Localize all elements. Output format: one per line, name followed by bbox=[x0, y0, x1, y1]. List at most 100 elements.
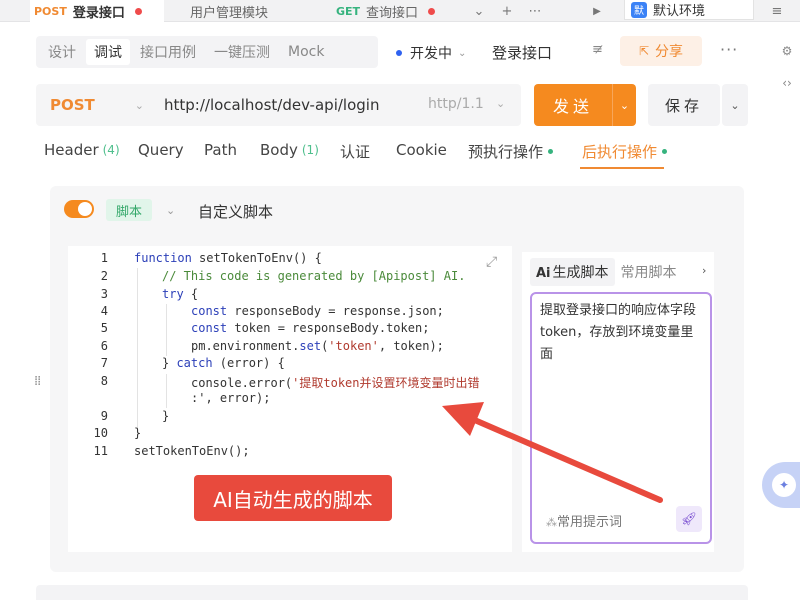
chevron-right-icon[interactable]: ▶ bbox=[586, 0, 608, 22]
tab-label: 查询接口 bbox=[366, 5, 419, 21]
more-icon[interactable]: ··· bbox=[720, 40, 738, 59]
tab-header[interactable]: Header (4) bbox=[44, 141, 120, 159]
save-options-chevron-icon[interactable]: ⌄ bbox=[722, 84, 748, 126]
tab-stress-test[interactable]: 一键压测 bbox=[206, 39, 278, 65]
tab-label: 预执行操作 bbox=[468, 143, 544, 161]
code-text: { bbox=[183, 287, 199, 301]
status-label: 开发中 bbox=[410, 46, 452, 62]
environment-select[interactable]: 默 默认环境 bbox=[624, 0, 754, 20]
line-number: 2 bbox=[100, 269, 108, 283]
ai-icon: Ai bbox=[536, 266, 551, 281]
tab-post-request[interactable]: 后执行操作 bbox=[582, 141, 668, 162]
method-label: POST bbox=[34, 4, 67, 18]
chevron-right-icon[interactable]: › bbox=[702, 264, 706, 277]
url-value: http://localhost/dev-api/login bbox=[164, 96, 380, 114]
code-text: } bbox=[134, 426, 142, 440]
toggle-knob bbox=[78, 202, 92, 216]
common-prompts-link[interactable]: ⁂常用提示词 bbox=[546, 511, 622, 530]
share-button[interactable]: ⇱ 分享 bbox=[620, 36, 702, 66]
code-comment: // This code is generated by [Apipost] A… bbox=[162, 269, 466, 283]
line-number: 7 bbox=[100, 356, 108, 370]
code-text: (error) { bbox=[212, 356, 285, 370]
rocket-icon: 🚀︎ bbox=[680, 511, 698, 527]
tab-pre-request[interactable]: 预执行操作 bbox=[468, 141, 554, 162]
code-line-9: } bbox=[162, 409, 169, 426]
menu-icon[interactable]: ≡ bbox=[766, 0, 788, 22]
indent-guide bbox=[166, 304, 167, 356]
environment-icon: 默 bbox=[631, 1, 647, 18]
rocket-generate-button[interactable]: 🚀︎ bbox=[676, 506, 702, 532]
tab-label: 登录接口 bbox=[72, 5, 125, 21]
script-title: 自定义脚本 bbox=[198, 203, 274, 221]
tab-label: Header bbox=[44, 141, 99, 159]
tab-body[interactable]: Body (1) bbox=[260, 141, 319, 159]
tab-label: 用户管理模块 bbox=[190, 5, 269, 21]
chevron-down-icon: ⌄ bbox=[134, 98, 144, 112]
tab-label: 认证 bbox=[340, 143, 371, 161]
assistant-icon: ✦ bbox=[772, 473, 796, 497]
code-text: setTokenToEnv(); bbox=[134, 444, 250, 458]
expand-icon[interactable]: ⤢ bbox=[486, 254, 497, 270]
code-string: 'token' bbox=[328, 339, 379, 353]
more-icon[interactable]: ⋯ bbox=[524, 0, 546, 22]
line-number: 9 bbox=[100, 409, 108, 423]
tab-test-cases[interactable]: 接口用例 bbox=[132, 39, 204, 65]
chevron-down-icon[interactable]: ⌄ bbox=[166, 204, 175, 217]
method-select[interactable]: POST ⌄ bbox=[36, 84, 156, 126]
tab-label: Query bbox=[138, 141, 184, 159]
code-text: } bbox=[162, 356, 177, 370]
tab-debug[interactable]: 调试 bbox=[86, 39, 130, 65]
settings-icon[interactable]: ⚙ bbox=[776, 40, 798, 62]
document-icon[interactable]: ≡̷ bbox=[592, 42, 603, 57]
request-tab-strip: POST 登录接口 用户管理模块 GET 查询接口 ⌄ + ⋯ ▶ 默 默认环境… bbox=[0, 0, 800, 22]
tab-generate-script[interactable]: Ai 生成脚本 bbox=[530, 258, 615, 286]
indent-guide bbox=[137, 268, 138, 428]
send-options-chevron-icon[interactable]: ⌄ bbox=[612, 84, 636, 126]
request-tab-user-module[interactable]: 用户管理模块 bbox=[190, 0, 320, 22]
line-number: 6 bbox=[100, 339, 108, 353]
tab-common-scripts[interactable]: 常用脚本 bbox=[615, 258, 683, 286]
chevron-down-icon[interactable]: ⌄ bbox=[468, 0, 490, 22]
tab-design[interactable]: 设计 bbox=[40, 39, 84, 65]
code-string: '提取token并设置环境变量时出错 bbox=[292, 376, 480, 390]
method-label: GET bbox=[336, 4, 361, 18]
code-text: pm.environment. bbox=[191, 339, 300, 353]
annotation-callout: AI自动生成的脚本 bbox=[194, 475, 392, 521]
active-dot bbox=[662, 149, 668, 154]
request-tab-query[interactable]: GET 查询接口 bbox=[336, 0, 456, 22]
code-line-4: const responseBody = response.json; bbox=[191, 304, 444, 321]
tab-cookie[interactable]: Cookie bbox=[396, 141, 447, 159]
code-line-5: const token = responseBody.token; bbox=[191, 321, 429, 338]
tab-query[interactable]: Query bbox=[138, 141, 184, 159]
line-number: 4 bbox=[100, 304, 108, 318]
api-name[interactable]: 登录接口 bbox=[492, 42, 552, 63]
save-button[interactable]: 保存 bbox=[648, 84, 720, 126]
code-line-1: function setTokenToEnv() { bbox=[134, 251, 322, 268]
tab-auth[interactable]: 认证 bbox=[340, 141, 370, 162]
ai-prompt-text: 提取登录接口的响应体字段token，存放到环境变量里面 bbox=[540, 303, 697, 362]
send-button[interactable]: 发送 ⌄ bbox=[534, 84, 636, 126]
code-text: } bbox=[162, 409, 170, 423]
request-tab-login[interactable]: POST 登录接口 bbox=[30, 0, 164, 22]
active-dot bbox=[548, 149, 554, 154]
line-number: 11 bbox=[93, 444, 108, 458]
code-line-8-wrap: :', error); bbox=[191, 391, 270, 408]
plus-icon[interactable]: + bbox=[496, 0, 518, 22]
script-enable-toggle[interactable] bbox=[64, 200, 94, 218]
status-select[interactable]: 开发中 ⌄ bbox=[396, 43, 466, 63]
mode-tabs: 设计 调试 接口用例 一键压测 Mock bbox=[36, 36, 378, 68]
tab-mock[interactable]: Mock bbox=[280, 39, 332, 65]
chevron-down-icon: ⌄ bbox=[458, 47, 467, 59]
chevron-down-icon[interactable]: ⌄ bbox=[496, 97, 505, 110]
script-type-tag[interactable]: 脚本 bbox=[106, 199, 152, 221]
tab-label: Path bbox=[204, 141, 237, 159]
tab-count: (1) bbox=[301, 143, 319, 157]
floating-assistant-button[interactable]: ✦ bbox=[762, 462, 800, 508]
drag-handle-icon[interactable]: ⁞⁞ bbox=[34, 374, 41, 389]
indent-guide bbox=[166, 374, 167, 408]
code-icon[interactable]: ‹› bbox=[776, 72, 798, 94]
protocol-select[interactable]: http/1.1 bbox=[428, 96, 484, 112]
code-line-3: try { bbox=[162, 287, 198, 304]
tab-path[interactable]: Path bbox=[204, 141, 237, 159]
ai-tabs: Ai 生成脚本 常用脚本 bbox=[530, 258, 683, 286]
